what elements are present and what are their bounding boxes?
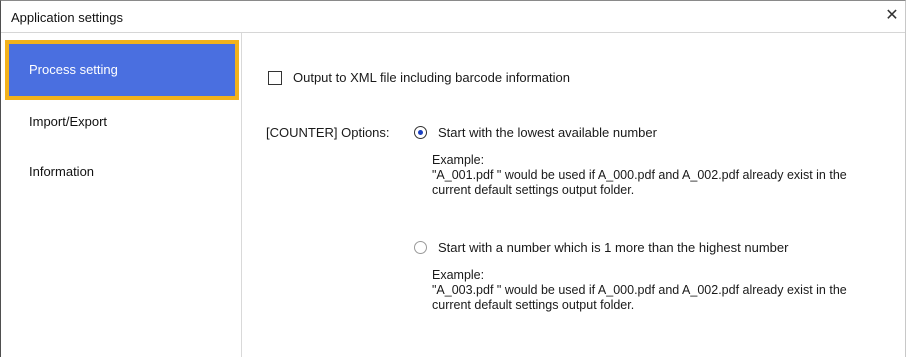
dialog-title: Application settings xyxy=(11,10,124,25)
settings-sidebar: Process setting Import/Export Informatio… xyxy=(1,33,242,357)
xml-output-checkbox[interactable] xyxy=(268,71,282,85)
sidebar-item-process-setting[interactable]: Process setting xyxy=(5,40,239,100)
radio-lowest-available-label[interactable]: Start with the lowest available number xyxy=(438,125,657,140)
example-line: current default settings output folder. xyxy=(432,183,635,197)
application-settings-dialog: Application settings ✕ Process setting I… xyxy=(0,0,906,357)
radio-lowest-available[interactable] xyxy=(414,126,427,139)
sidebar-item-import-export[interactable]: Import/Export xyxy=(9,96,235,148)
sidebar-item-label: Information xyxy=(29,164,95,179)
example-line: "A_003.pdf " would be used if A_000.pdf … xyxy=(432,283,847,297)
close-icon[interactable]: ✕ xyxy=(881,5,903,27)
xml-output-label[interactable]: Output to XML file including barcode inf… xyxy=(293,70,570,85)
example-title: Example: xyxy=(432,153,485,167)
example-text-highest: Example: "A_003.pdf " would be used if A… xyxy=(432,268,902,313)
example-text-lowest: Example: "A_001.pdf " would be used if A… xyxy=(432,153,902,198)
example-title: Example: xyxy=(432,268,485,282)
sidebar-item-label: Process setting xyxy=(29,62,118,77)
sidebar-item-label: Import/Export xyxy=(29,114,108,129)
counter-options-label: [COUNTER] Options: xyxy=(266,125,390,140)
title-bar: Application settings ✕ xyxy=(1,1,905,33)
radio-highest-plus-one[interactable] xyxy=(414,241,427,254)
example-line: current default settings output folder. xyxy=(432,298,635,312)
radio-highest-plus-one-label[interactable]: Start with a number which is 1 more than… xyxy=(438,240,788,255)
process-setting-panel: Output to XML file including barcode inf… xyxy=(242,33,905,357)
sidebar-item-information[interactable]: Information xyxy=(9,146,235,198)
example-line: "A_001.pdf " would be used if A_000.pdf … xyxy=(432,168,847,182)
